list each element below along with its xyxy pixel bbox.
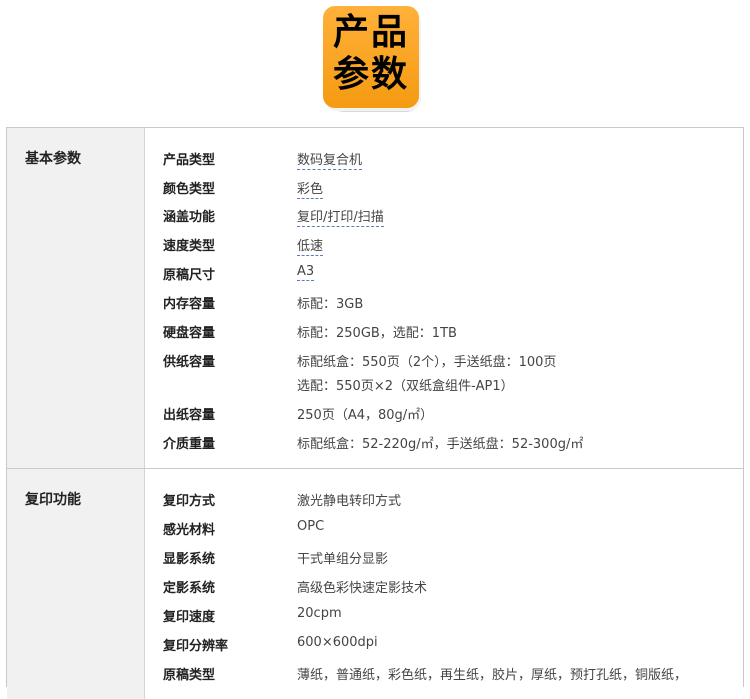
product-params-header: 产品 参数 — [0, 0, 750, 128]
spec-value: 薄纸，普通纸，彩色纸，再生纸，胶片，厚纸，预打孔纸，铜版纸， — [297, 668, 688, 683]
spec-value: 干式单组分显影 — [297, 552, 389, 567]
section-copy-functions: 复印功能 复印方式 激光静电转印方式 感光材料 OPC 显影系统 干式单组分显影… — [7, 469, 743, 699]
spec-value-link[interactable]: A3 — [297, 264, 315, 281]
spec-label: 原稿类型 — [163, 668, 216, 683]
spec-value: 标配纸盒：52-220g/㎡，手送纸盘：52-300g/㎡ — [297, 437, 584, 452]
spec-label: 颜色类型 — [163, 182, 216, 197]
spec-value-link[interactable]: 复印/打印/扫描 — [297, 206, 384, 227]
section-title: 基本参数 — [25, 151, 81, 167]
spec-label: 复印分辨率 — [163, 639, 229, 654]
section-title: 复印功能 — [25, 492, 81, 508]
badge-line-1: 产品 — [332, 12, 409, 53]
spec-value: 20cpm — [297, 606, 342, 621]
spec-value-link[interactable]: 低速 — [297, 235, 324, 256]
badge-title: 产品 参数 — [323, 12, 419, 96]
spec-table: 基本参数 产品类型 数码复合机 颜色类型 彩色 涵盖功能 复印/打印/扫描 速度… — [6, 127, 744, 699]
spec-label: 涵盖功能 — [163, 210, 216, 225]
spec-label: 供纸容量 — [163, 355, 216, 370]
spec-label: 产品类型 — [163, 153, 216, 168]
section-label-cell: 复印功能 — [7, 469, 145, 699]
spec-label: 硬盘容量 — [163, 326, 216, 341]
spec-label: 介质重量 — [163, 437, 216, 452]
badge-line-2: 参数 — [332, 54, 409, 95]
spec-value: OPC — [297, 519, 325, 534]
spec-value: 600×600dpi — [297, 635, 378, 650]
spec-value: 高级色彩快速定影技术 — [297, 581, 428, 596]
spec-value: 250页（A4，80g/㎡） — [297, 408, 434, 423]
spec-label: 复印方式 — [163, 494, 216, 509]
spec-label: 原稿尺寸 — [163, 268, 216, 283]
section-basic-params: 基本参数 产品类型 数码复合机 颜色类型 彩色 涵盖功能 复印/打印/扫描 速度… — [7, 128, 743, 469]
spec-label: 速度类型 — [163, 239, 216, 254]
spec-value: 标配：250GB，选配：1TB — [297, 326, 457, 341]
spec-value: 激光静电转印方式 — [297, 494, 402, 509]
spec-label: 感光材料 — [163, 523, 216, 538]
spec-label: 内存容量 — [163, 297, 216, 312]
spec-value: 选配：550页×2（双纸盒组件-AP1） — [297, 379, 514, 394]
spec-value-link[interactable]: 数码复合机 — [297, 149, 363, 170]
product-params-badge: 产品 参数 — [323, 6, 427, 112]
section-label-cell: 基本参数 — [7, 128, 145, 468]
spec-label: 复印速度 — [163, 610, 216, 625]
spec-label: 出纸容量 — [163, 408, 216, 423]
spec-value: 标配：3GB — [297, 297, 364, 312]
spec-value-link[interactable]: 彩色 — [297, 178, 324, 199]
badge-tile: 产品 参数 — [323, 6, 419, 108]
spec-value: 标配纸盒：550页（2个），手送纸盘：100页 — [297, 355, 557, 370]
spec-label: 定影系统 — [163, 581, 216, 596]
spec-label: 显影系统 — [163, 552, 216, 567]
